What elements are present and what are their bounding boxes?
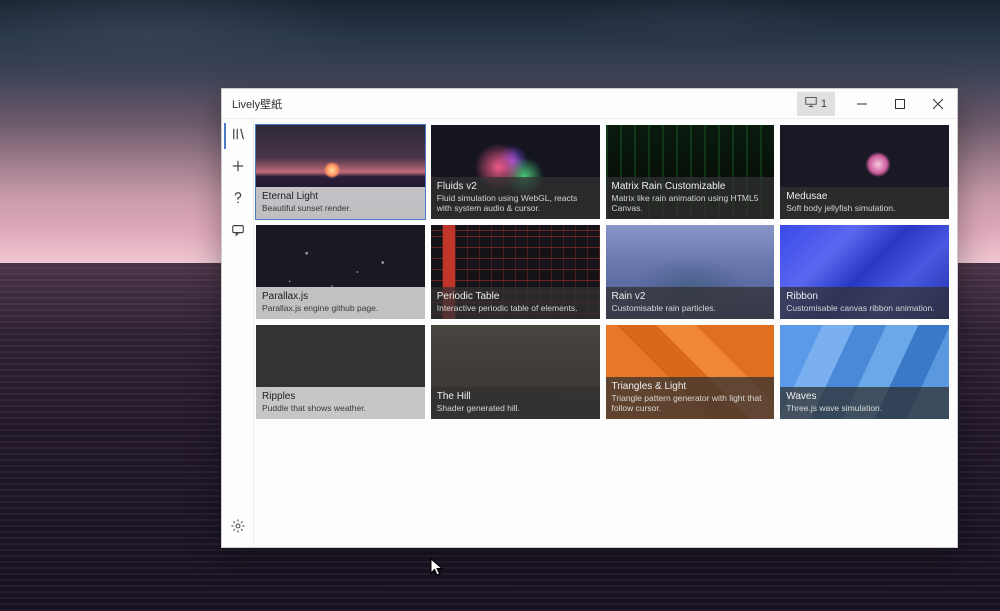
sidebar-item-help[interactable]: [224, 187, 252, 213]
sidebar-item-add[interactable]: [224, 155, 252, 181]
monitor-icon: [805, 96, 817, 111]
wallpaper-title: Rain v2: [612, 291, 769, 303]
wallpaper-info: Triangles & LightTriangle pattern genera…: [606, 377, 775, 419]
app-window: Lively壁紙 1: [221, 88, 958, 548]
feedback-icon: [231, 223, 245, 242]
wallpaper-card[interactable]: MedusaeSoft body jellyfish simulation.: [780, 125, 949, 219]
gear-icon: [231, 519, 245, 538]
wallpaper-title: Periodic Table: [437, 291, 594, 303]
wallpaper-library: Eternal LightBeautiful sunset render.Flu…: [254, 119, 957, 547]
monitor-select-button[interactable]: 1: [797, 92, 835, 116]
wallpaper-title: Parallax.js: [262, 291, 419, 303]
wallpaper-description: Customisable canvas ribbon animation.: [786, 304, 943, 314]
help-icon: [231, 191, 245, 210]
wallpaper-title: Fluids v2: [437, 181, 594, 193]
wallpaper-card[interactable]: Matrix Rain CustomizableMatrix like rain…: [606, 125, 775, 219]
wallpaper-info: WavesThree.js wave simulation.: [780, 387, 949, 419]
wallpaper-card[interactable]: RibbonCustomisable canvas ribbon animati…: [780, 225, 949, 319]
minimize-button[interactable]: [843, 89, 881, 119]
plus-icon: [231, 159, 245, 178]
wallpaper-info: Periodic TableInteractive periodic table…: [431, 287, 600, 319]
wallpaper-info: Eternal LightBeautiful sunset render.: [256, 187, 425, 219]
wallpaper-title: Waves: [786, 391, 943, 403]
wallpaper-description: Puddle that shows weather.: [262, 404, 419, 414]
wallpaper-card[interactable]: Fluids v2Fluid simulation using WebGL, r…: [431, 125, 600, 219]
wallpaper-info: RipplesPuddle that shows weather.: [256, 387, 425, 419]
wallpaper-description: Fluid simulation using WebGL, reacts wit…: [437, 194, 594, 214]
wallpaper-description: Soft body jellyfish simulation.: [786, 204, 943, 214]
wallpaper-card[interactable]: Triangles & LightTriangle pattern genera…: [606, 325, 775, 419]
sidebar-item-feedback[interactable]: [224, 219, 252, 245]
wallpaper-title: Medusae: [786, 191, 943, 203]
wallpaper-title: The Hill: [437, 391, 594, 403]
wallpaper-info: Parallax.jsParallax.js engine github pag…: [256, 287, 425, 319]
wallpaper-description: Parallax.js engine github page.: [262, 304, 419, 314]
wallpaper-info: RibbonCustomisable canvas ribbon animati…: [780, 287, 949, 319]
wallpaper-title: Matrix Rain Customizable: [612, 181, 769, 193]
close-button[interactable]: [919, 89, 957, 119]
wallpaper-info: MedusaeSoft body jellyfish simulation.: [780, 187, 949, 219]
wallpaper-info: Fluids v2Fluid simulation using WebGL, r…: [431, 177, 600, 219]
wallpaper-info: The HillShader generated hill.: [431, 387, 600, 419]
sidebar-item-settings[interactable]: [224, 515, 252, 541]
window-title: Lively壁紙: [232, 96, 282, 112]
sidebar: [222, 119, 254, 547]
wallpaper-info: Rain v2Customisable rain particles.: [606, 287, 775, 319]
wallpaper-description: Matrix like rain animation using HTML5 C…: [612, 194, 769, 214]
maximize-button[interactable]: [881, 89, 919, 119]
wallpaper-card[interactable]: Periodic TableInteractive periodic table…: [431, 225, 600, 319]
sidebar-item-library[interactable]: [224, 123, 252, 149]
wallpaper-card[interactable]: Eternal LightBeautiful sunset render.: [256, 125, 425, 219]
wallpaper-title: Ripples: [262, 391, 419, 403]
monitor-count: 1: [821, 98, 827, 110]
library-icon: [232, 127, 246, 146]
wallpaper-description: Customisable rain particles.: [612, 304, 769, 314]
wallpaper-description: Beautiful sunset render.: [262, 204, 419, 214]
wallpaper-description: Interactive periodic table of elements.: [437, 304, 594, 314]
wallpaper-card[interactable]: Parallax.jsParallax.js engine github pag…: [256, 225, 425, 319]
wallpaper-title: Triangles & Light: [612, 381, 769, 393]
wallpaper-card[interactable]: RipplesPuddle that shows weather.: [256, 325, 425, 419]
wallpaper-description: Triangle pattern generator with light th…: [612, 394, 769, 414]
wallpaper-description: Shader generated hill.: [437, 404, 594, 414]
wallpaper-title: Ribbon: [786, 291, 943, 303]
titlebar[interactable]: Lively壁紙 1: [222, 89, 957, 119]
wallpaper-card[interactable]: WavesThree.js wave simulation.: [780, 325, 949, 419]
wallpaper-title: Eternal Light: [262, 191, 419, 203]
wallpaper-card[interactable]: Rain v2Customisable rain particles.: [606, 225, 775, 319]
wallpaper-description: Three.js wave simulation.: [786, 404, 943, 414]
wallpaper-card[interactable]: The HillShader generated hill.: [431, 325, 600, 419]
wallpaper-info: Matrix Rain CustomizableMatrix like rain…: [606, 177, 775, 219]
mouse-cursor: [430, 558, 444, 578]
